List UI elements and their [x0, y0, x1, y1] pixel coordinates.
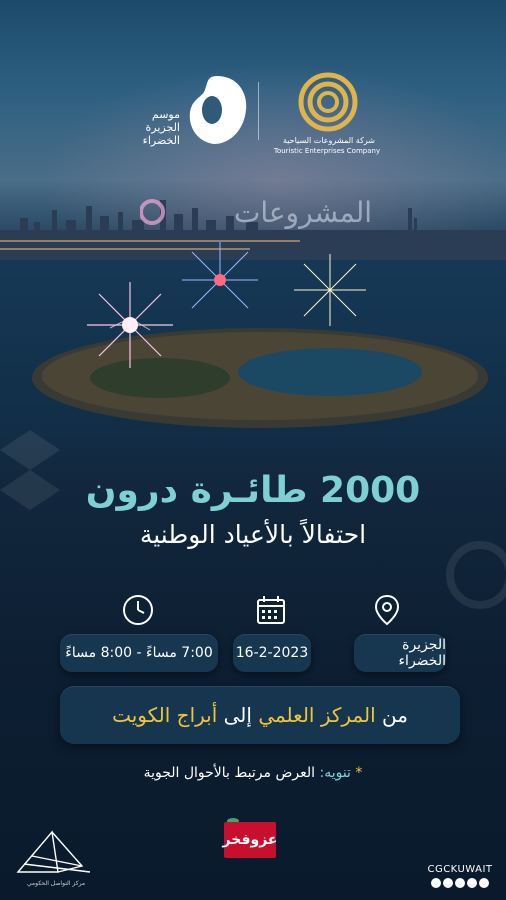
cgc-logo: [16, 830, 91, 873]
time-pill: 7:00 مساءً - 8:00 مساءً: [60, 634, 218, 672]
logo-divider: [258, 82, 259, 140]
touristic-enterprises-logo: [298, 72, 358, 132]
cgc-caption: مركز التواصل الحكومي: [26, 880, 86, 887]
company-name-english: Touristic Enterprises Company: [273, 147, 381, 155]
green-island-logo: [189, 76, 247, 144]
route-from: المركز العلمي: [258, 703, 376, 727]
location-pin-icon: [374, 594, 400, 626]
social-handle: CGCKUWAIT: [427, 864, 493, 875]
weather-note: * تنويه: العرض مرتبط بالأحوال الجوية: [0, 765, 506, 781]
location-pill: الجزيرة الخضراء: [354, 634, 446, 672]
national-day-badge: عزوفخر: [223, 822, 277, 858]
watermark-logo: المشروعات: [140, 196, 372, 229]
instagram-icon[interactable]: [443, 878, 453, 888]
firework-blue: [182, 242, 258, 309]
twitter-icon[interactable]: [455, 878, 465, 888]
route-to: أبراج الكويت: [112, 703, 218, 727]
facebook-icon[interactable]: [479, 878, 489, 888]
note-text: العرض مرتبط بالأحوال الجوية: [143, 765, 316, 781]
company-name-arabic: شركة المشروعات السياحية: [282, 136, 376, 145]
route-prefix: من: [375, 703, 408, 727]
note-star: *: [355, 765, 363, 781]
date-pill: 16-2-2023: [233, 634, 311, 672]
social-icons: [424, 878, 496, 890]
clock-icon: [123, 595, 153, 625]
route-middle: إلى: [217, 703, 259, 727]
route-panel: من المركز العلمي إلى أبراج الكويت: [60, 686, 460, 744]
snapchat-icon[interactable]: [431, 878, 441, 888]
firework-white: [294, 254, 366, 326]
calendar-icon: [257, 596, 285, 624]
watermark-text: المشروعات: [234, 196, 372, 229]
headline-sub: احتفالاً بالأعياد الوطنية: [139, 520, 367, 549]
green-island-logo-text: موسم الجزيرة الخضراء: [142, 108, 180, 147]
note-label: تنويه:: [319, 765, 351, 781]
firework-pink: [87, 282, 173, 368]
youtube-icon[interactable]: [467, 878, 477, 888]
headline-main: 2000 طائـرة درون: [85, 470, 421, 511]
